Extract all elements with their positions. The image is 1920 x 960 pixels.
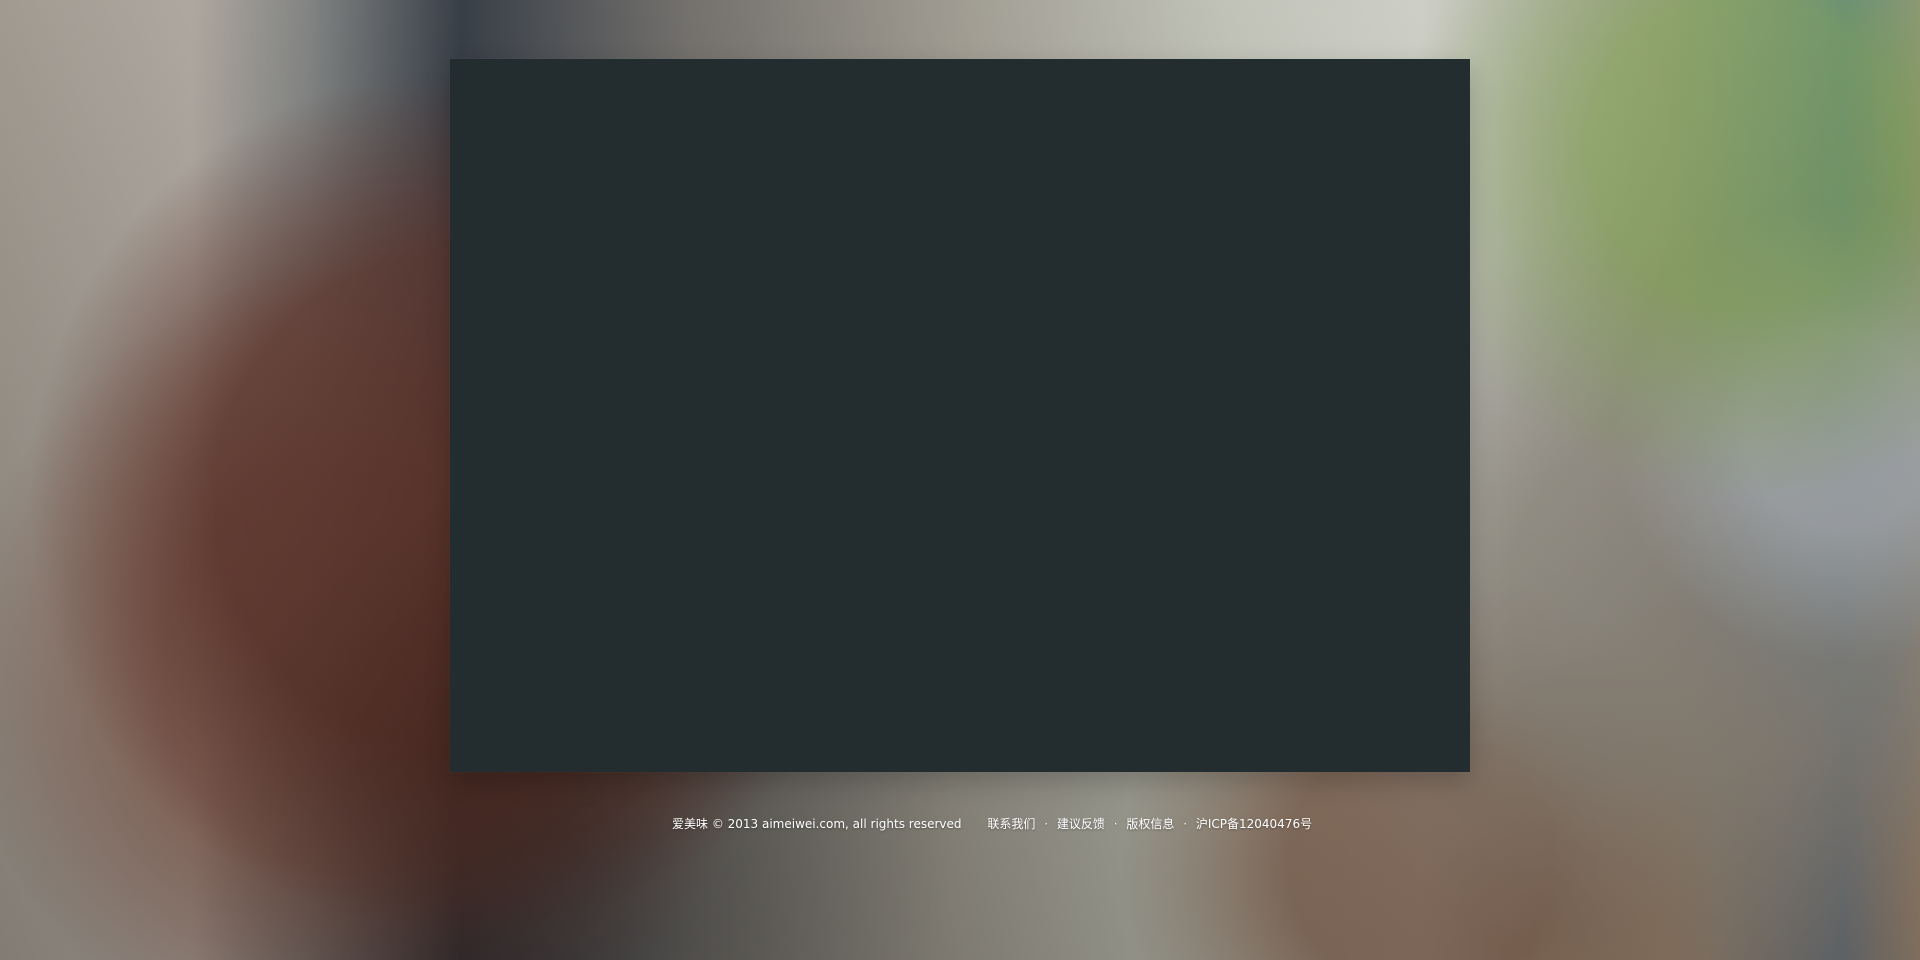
feedback-link[interactable]: 建议反馈 — [1057, 817, 1105, 831]
separator: · — [1183, 817, 1188, 831]
content-panel — [450, 59, 1470, 772]
icp-link[interactable]: 沪ICP备12040476号 — [1196, 817, 1312, 831]
separator: · — [1044, 817, 1049, 831]
footer: 爱美味 © 2013 aimeiwei.com, all rights rese… — [672, 815, 1312, 833]
contact-us-link[interactable]: 联系我们 — [987, 817, 1035, 831]
copyright-text: 爱美味 © 2013 aimeiwei.com, all rights rese… — [672, 817, 962, 831]
footer-links: 联系我们 · 建议反馈 · 版权信息 · 沪ICP备12040476号 — [987, 815, 1312, 833]
separator: · — [1113, 817, 1118, 831]
copyright-info-link[interactable]: 版权信息 — [1126, 817, 1174, 831]
